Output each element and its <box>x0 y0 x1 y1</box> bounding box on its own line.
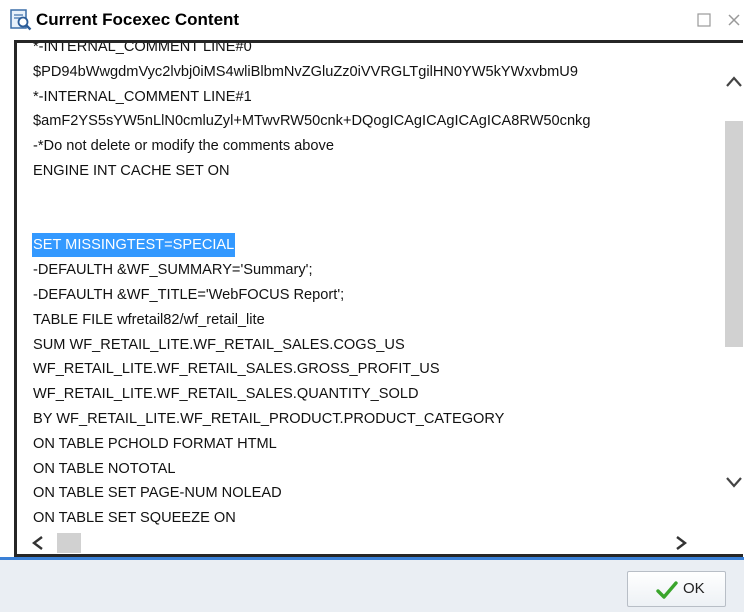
code-line: ON TABLE SET SQUEEZE ON <box>33 510 236 527</box>
code-line: *-INTERNAL_COMMENT LINE#1 <box>33 88 252 105</box>
horizontal-scroll-thumb[interactable] <box>57 533 81 553</box>
code-line: SUM WF_RETAIL_LITE.WF_RETAIL_SALES.COGS_… <box>33 336 405 353</box>
scroll-left-icon[interactable] <box>31 535 45 551</box>
vertical-scrollbar[interactable] <box>721 43 743 527</box>
selected-code-line: SET MISSINGTEST=SPECIAL <box>32 233 236 258</box>
code-line: WF_RETAIL_LITE.WF_RETAIL_SALES.QUANTITY_… <box>33 386 419 403</box>
close-icon[interactable] <box>727 13 744 27</box>
maximize-icon[interactable] <box>697 13 711 27</box>
code-line: TABLE FILE wfretail82/wf_retail_lite <box>33 311 265 328</box>
code-line: -DEFAULTH &WF_SUMMARY='Summary'; <box>33 262 313 279</box>
ok-button[interactable]: OK <box>627 571 726 607</box>
vertical-scroll-thumb[interactable] <box>725 121 743 347</box>
code-editor[interactable]: *-INTERNAL_COMMENT LINE#0 $PD94bWwgdmVyc2… <box>14 40 743 557</box>
code-line: -*Do not delete or modify the comments a… <box>33 138 334 155</box>
code-line: WF_RETAIL_LITE.WF_RETAIL_SALES.GROSS_PRO… <box>33 361 440 378</box>
code-line: $amF2YS5sYW5nLlN0cmluZyl+MTwvRW50cnk+DQo… <box>33 113 591 130</box>
code-line: *-INTERNAL_COMMENT LINE#0 <box>33 43 252 55</box>
code-line: -DEFAULTH &WF_TITLE='WebFOCUS Report'; <box>33 287 345 303</box>
scroll-right-icon[interactable] <box>674 535 688 551</box>
ok-button-label: OK <box>683 580 705 597</box>
scroll-down-icon[interactable] <box>725 475 743 489</box>
window-title: Current Focexec Content <box>36 10 240 29</box>
scroll-up-icon[interactable] <box>725 75 743 89</box>
code-line: $PD94bWwgdmVyc2lvbj0iMS4wliBlbmNvZGluZz0… <box>33 63 578 80</box>
dialog-footer: OK <box>0 557 744 612</box>
code-line: ON TABLE PCHOLD FORMAT HTML <box>33 435 277 452</box>
code-line: BY WF_RETAIL_LITE.WF_RETAIL_PRODUCT.PROD… <box>33 411 505 427</box>
code-text-area[interactable]: *-INTERNAL_COMMENT LINE#0 $PD94bWwgdmVyc2… <box>17 43 721 527</box>
document-search-icon <box>10 9 32 31</box>
code-line: ON TABLE NOTOTAL <box>33 460 176 477</box>
code-line: ON TABLE SET PAGE-NUM NOLEAD <box>33 485 282 502</box>
checkmark-icon <box>656 581 678 599</box>
code-line: ENGINE INT CACHE SET ON <box>33 163 230 179</box>
title-bar[interactable]: Current Focexec Content <box>0 0 744 40</box>
horizontal-scrollbar[interactable] <box>17 527 743 554</box>
focexec-content-dialog: Current Focexec Content *-INTERNAL_COMME… <box>0 0 744 612</box>
